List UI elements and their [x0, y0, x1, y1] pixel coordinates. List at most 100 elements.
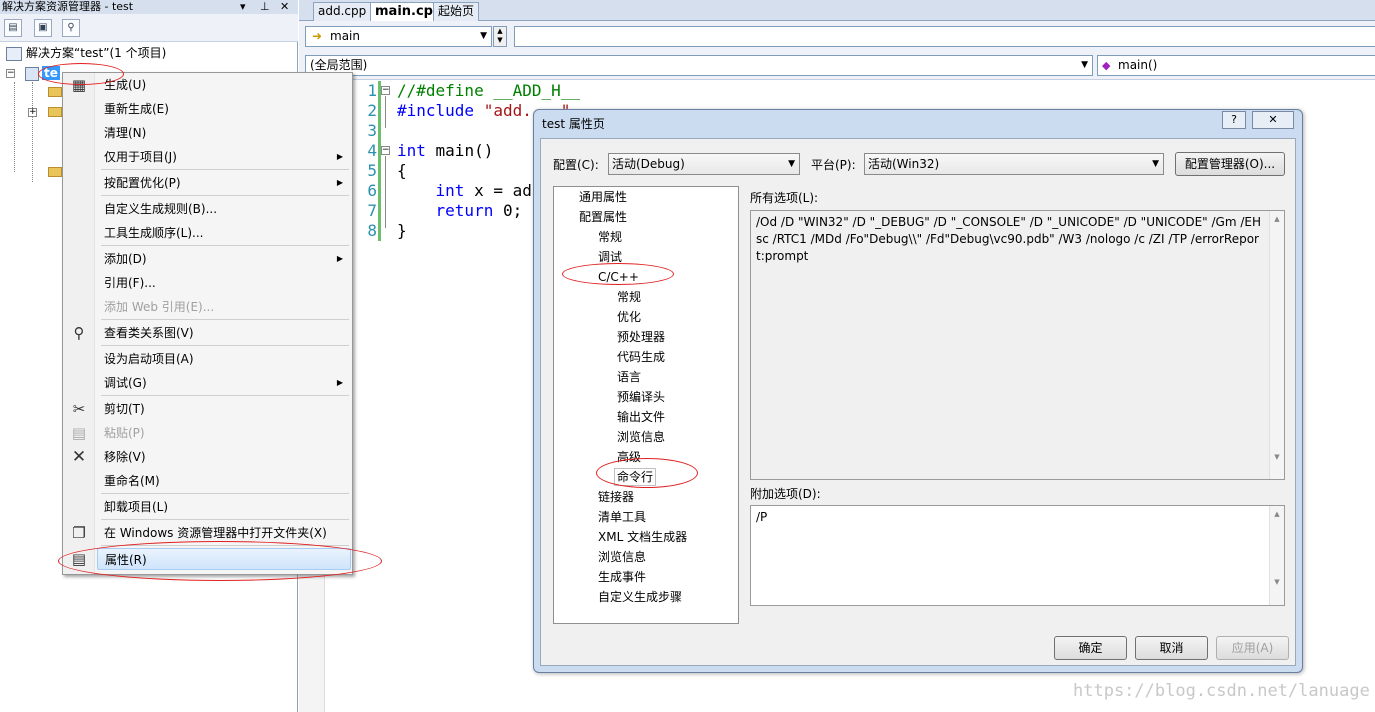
tree-item-manifest-tool[interactable]: 清单工具: [598, 509, 646, 525]
tree-item-precompiled-headers[interactable]: 预编译头: [617, 389, 665, 405]
menu-item-label: 卸载项目(L): [104, 500, 169, 514]
menu-item-label: 引用(F)...: [104, 276, 156, 290]
solution-icon: [6, 46, 22, 61]
code-line-6: int x = ad: [397, 181, 532, 201]
tree-item-preprocessor[interactable]: 预处理器: [617, 329, 665, 345]
show-all-files-icon[interactable]: ▣: [34, 19, 52, 37]
menu-item-label: 移除(V): [104, 450, 146, 464]
watermark: https://blog.csdn.net/lanuage: [1073, 681, 1370, 701]
fold-toggle-icon[interactable]: −: [381, 86, 390, 95]
close-icon[interactable]: ✕: [280, 0, 289, 14]
collapse-icon[interactable]: −: [6, 69, 15, 78]
tree-solution-node[interactable]: 解决方案“test”(1 个项目): [6, 44, 166, 62]
menu-item-clean[interactable]: 清理(N): [97, 122, 351, 144]
menu-item-add[interactable]: 添加(D) ▶: [97, 248, 351, 270]
ok-button[interactable]: 确定: [1054, 636, 1127, 660]
menu-item-label: 重新生成(E): [104, 102, 169, 116]
expand-icon[interactable]: +: [28, 108, 37, 117]
code-token: 0;: [493, 201, 523, 220]
menu-item-paste: 粘贴(P): [97, 422, 351, 444]
cancel-button[interactable]: 取消: [1135, 636, 1208, 660]
chevron-down-icon: ▼: [1152, 159, 1159, 169]
menu-item-add-web-reference: 添加 Web 引用(E)...: [97, 296, 351, 318]
menu-item-project-only[interactable]: 仅用于项目(J) ▶: [97, 146, 351, 168]
menu-item-custom-build-rules[interactable]: 自定义生成规则(B)...: [97, 198, 351, 220]
tree-item-language[interactable]: 语言: [617, 369, 641, 385]
menu-separator: [101, 519, 349, 520]
scope-combo[interactable]: (全局范围) ▼: [305, 55, 1093, 76]
member-combo-value: main: [330, 29, 360, 43]
scrollbar[interactable]: ▲ ▼: [1269, 506, 1284, 605]
code-line-7: return 0;: [397, 201, 523, 221]
menu-item-label: 剪切(T): [104, 402, 145, 416]
menu-item-view-class-diagram[interactable]: 查看类关系图(V): [97, 322, 351, 344]
menu-item-rebuild[interactable]: 重新生成(E): [97, 98, 351, 120]
tree-item-cpp-general[interactable]: 常规: [617, 289, 641, 305]
additional-options-textbox[interactable]: /P ▲ ▼: [750, 505, 1285, 606]
code-line-5: {: [397, 161, 407, 180]
spin-buttons[interactable]: ▲ ▼: [493, 26, 507, 47]
method-icon: ◆: [1102, 59, 1111, 72]
menu-item-unload-project[interactable]: 卸载项目(L): [97, 496, 351, 518]
tree-item-custom-build-step[interactable]: 自定义生成步骤: [598, 589, 682, 605]
pin-icon[interactable]: ⊥: [260, 0, 270, 14]
search-combo[interactable]: [514, 26, 1375, 47]
dialog-title: test 属性页: [542, 117, 605, 131]
tree-item-build-events[interactable]: 生成事件: [598, 569, 646, 585]
all-options-textbox[interactable]: /Od /D "WIN32" /D "_DEBUG" /D "_CONSOLE"…: [750, 210, 1285, 480]
tree-item-output-files[interactable]: 输出文件: [617, 409, 665, 425]
navigation-bar: ➜ main ▼ ▲ ▼: [299, 21, 1375, 52]
config-manager-button[interactable]: 配置管理器(O)...: [1175, 152, 1285, 176]
menu-item-cut[interactable]: 剪切(T): [97, 398, 351, 420]
code-token: return: [397, 201, 494, 220]
function-combo[interactable]: ◆ main(): [1097, 55, 1375, 76]
menu-item-references[interactable]: 引用(F)...: [97, 272, 351, 294]
editor-tab-strip: add.cpp main.cpp 起始页: [299, 0, 1375, 21]
tab-start-page[interactable]: 起始页: [433, 2, 480, 21]
scope-combo-value: (全局范围): [310, 58, 368, 72]
tree-item-general[interactable]: 通用属性: [579, 189, 627, 205]
tree-item-code-generation[interactable]: 代码生成: [617, 349, 665, 365]
tree-item-general[interactable]: 常规: [598, 229, 622, 245]
menu-item-remove[interactable]: 移除(V): [97, 446, 351, 468]
line-number: 7: [367, 201, 377, 220]
annotation-ellipse: [562, 263, 674, 285]
properties-icon[interactable]: ▤: [4, 19, 22, 37]
help-button[interactable]: ?: [1222, 111, 1246, 129]
menu-item-build[interactable]: 生成(U): [97, 74, 351, 96]
property-tree[interactable]: 通用属性 配置属性 常规 调试 C/C++ 常规 优化 预处理器 代码生成 语言…: [553, 186, 739, 624]
tab-add-cpp[interactable]: add.cpp: [313, 2, 372, 21]
line-number: 1: [367, 81, 377, 100]
menu-item-set-startup[interactable]: 设为启动项目(A): [97, 348, 351, 370]
menu-separator: [101, 395, 349, 396]
menu-item-label: 查看类关系图(V): [104, 326, 194, 340]
submenu-arrow-icon: ▶: [336, 152, 343, 161]
tree-item-browse-information[interactable]: 浏览信息: [598, 549, 646, 565]
chevron-down-icon: ▼: [788, 159, 795, 169]
dropdown-arrow-icon[interactable]: ▾: [240, 0, 246, 14]
line-number: 5: [367, 161, 377, 180]
class-diagram-icon[interactable]: ⚲: [62, 19, 80, 37]
code-line-8: }: [397, 221, 407, 240]
menu-item-debug[interactable]: 调试(G) ▶: [97, 372, 351, 394]
apply-button[interactable]: 应用(A): [1216, 636, 1289, 660]
config-select[interactable]: 活动(Debug) ▼: [608, 153, 800, 175]
menu-separator: [101, 493, 349, 494]
scope-bar: (全局范围) ▼ ◆ main(): [299, 52, 1375, 80]
tree-item-linker[interactable]: 链接器: [598, 489, 634, 505]
fold-toggle-icon[interactable]: −: [381, 146, 390, 155]
member-combo[interactable]: ➜ main ▼: [305, 26, 492, 47]
chevron-down-icon: ▼: [480, 31, 487, 41]
scrollbar[interactable]: ▲ ▼: [1269, 211, 1284, 479]
folder-icon: [48, 87, 62, 97]
line-number: 3: [367, 121, 377, 140]
tree-item-browse-info[interactable]: 浏览信息: [617, 429, 665, 445]
menu-item-rename[interactable]: 重命名(M): [97, 470, 351, 492]
tree-item-optimization[interactable]: 优化: [617, 309, 641, 325]
close-button[interactable]: ✕: [1252, 111, 1294, 129]
platform-select[interactable]: 活动(Win32) ▼: [864, 153, 1164, 175]
menu-item-tool-build-order[interactable]: 工具生成顺序(L)...: [97, 222, 351, 244]
menu-item-pgo[interactable]: 按配置优化(P) ▶: [97, 172, 351, 194]
tree-item-xml-doc-generator[interactable]: XML 文档生成器: [598, 529, 687, 545]
tree-item-config-props[interactable]: 配置属性: [579, 209, 627, 225]
